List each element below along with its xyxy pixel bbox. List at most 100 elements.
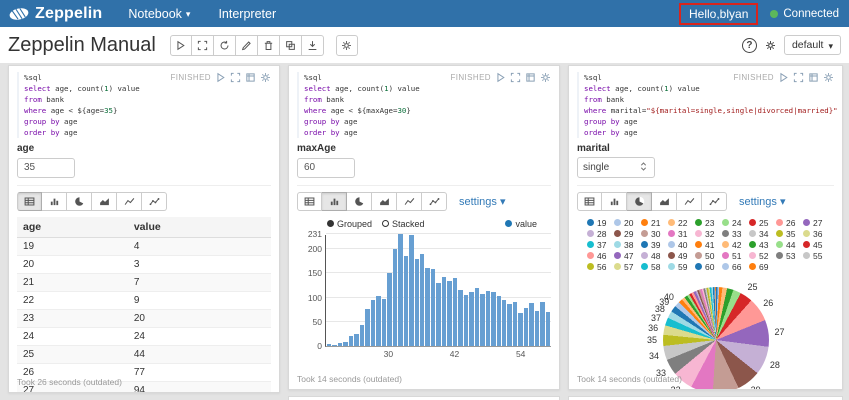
legend-item[interactable]: 24 (722, 217, 749, 228)
legend-item[interactable]: 35 (776, 228, 803, 239)
legend-item[interactable]: 26 (776, 217, 803, 228)
bar[interactable] (469, 292, 473, 346)
bar[interactable] (491, 292, 495, 346)
legend-item[interactable]: 59 (668, 261, 695, 272)
bar[interactable] (497, 296, 501, 346)
download-icon[interactable] (302, 35, 324, 56)
bar[interactable] (431, 269, 435, 346)
bar[interactable] (382, 299, 386, 346)
legend-item[interactable]: 42 (722, 239, 749, 250)
run-paragraph-icon[interactable] (215, 72, 226, 83)
bar[interactable] (546, 312, 550, 346)
bar[interactable] (376, 296, 380, 346)
legend-item[interactable]: 19 (587, 217, 614, 228)
legend-item[interactable]: 66 (722, 261, 749, 272)
legend-item[interactable]: 60 (695, 261, 722, 272)
legend-item[interactable]: 40 (668, 239, 695, 250)
bar[interactable] (507, 304, 511, 346)
table-header[interactable]: age (17, 217, 128, 238)
output-toggle-icon[interactable] (245, 72, 256, 83)
legend-item[interactable]: 69 (749, 261, 776, 272)
scheme-dropdown[interactable]: default ▾ (784, 35, 841, 55)
bar-chart-button[interactable] (42, 192, 67, 211)
legend-item[interactable]: 38 (614, 239, 641, 250)
run-paragraph-icon[interactable] (495, 72, 506, 83)
legend-item[interactable]: 29 (614, 228, 641, 239)
legend-item[interactable]: 52 (749, 250, 776, 261)
legend-item[interactable]: 53 (776, 250, 803, 261)
bar[interactable] (540, 302, 544, 346)
bar[interactable] (332, 345, 336, 346)
bar[interactable] (442, 277, 446, 346)
bar[interactable] (404, 256, 408, 346)
bar[interactable] (502, 300, 506, 346)
legend-item[interactable]: 25 (749, 217, 776, 228)
legend-item[interactable]: 55 (803, 250, 830, 261)
legend-item[interactable]: 36 (803, 228, 830, 239)
line-chart-button[interactable] (677, 192, 702, 211)
legend-item[interactable]: 49 (668, 250, 695, 261)
legend-item[interactable]: 46 (587, 250, 614, 261)
bar[interactable] (447, 281, 451, 346)
run-paragraph-icon[interactable] (778, 72, 789, 83)
mode-option-grouped[interactable]: Grouped (327, 219, 372, 229)
note-title[interactable]: Zeppelin Manual (8, 34, 156, 57)
output-toggle-icon[interactable] (808, 72, 819, 83)
output-toggle-icon[interactable] (525, 72, 536, 83)
legend-item[interactable]: 51 (722, 250, 749, 261)
note-config-gear-button[interactable] (336, 35, 358, 56)
legend-item[interactable]: 23 (695, 217, 722, 228)
bar[interactable] (387, 273, 391, 346)
bar[interactable] (393, 249, 397, 346)
nav-item-notebook[interactable]: Notebook▾ (128, 7, 190, 21)
bar[interactable] (518, 313, 522, 346)
line-chart-button[interactable] (397, 192, 422, 211)
bar[interactable] (409, 235, 413, 346)
bar[interactable] (486, 291, 490, 346)
area-chart-button[interactable] (652, 192, 677, 211)
interpreter-gear-icon[interactable] (765, 40, 776, 51)
bar[interactable] (420, 254, 424, 346)
clone-icon[interactable] (280, 35, 302, 56)
bar[interactable] (529, 303, 533, 346)
table-chart-button[interactable] (297, 192, 322, 211)
legend-item[interactable]: 37 (587, 239, 614, 250)
bar-chart-button[interactable] (602, 192, 627, 211)
expand-paragraph-icon[interactable] (793, 72, 804, 83)
paragraph-gear-icon[interactable] (540, 72, 551, 83)
bar[interactable] (436, 283, 440, 346)
legend-item[interactable]: 50 (695, 250, 722, 261)
legend-item[interactable]: 20 (614, 217, 641, 228)
scatter-chart-button[interactable] (142, 192, 167, 211)
bar[interactable] (327, 344, 331, 346)
pie-chart-button[interactable] (67, 192, 92, 211)
legend-item[interactable]: 30 (641, 228, 668, 239)
legend-item[interactable]: 27 (803, 217, 830, 228)
legend-item[interactable]: 21 (641, 217, 668, 228)
scatter-chart-button[interactable] (422, 192, 447, 211)
expand-paragraph-icon[interactable] (230, 72, 241, 83)
legend-item[interactable]: 31 (668, 228, 695, 239)
pie-chart-button[interactable] (627, 192, 652, 211)
age-input[interactable] (17, 158, 75, 178)
legend-item[interactable]: 34 (749, 228, 776, 239)
legend-item[interactable]: 57 (614, 261, 641, 272)
paragraph-gear-icon[interactable] (260, 72, 271, 83)
user-greeting[interactable]: Hello,blyan (679, 3, 758, 25)
legend-item[interactable]: 43 (749, 239, 776, 250)
maxAge-input[interactable] (297, 158, 355, 178)
legend-item[interactable]: 39 (641, 239, 668, 250)
legend-item[interactable]: 22 (668, 217, 695, 228)
legend-item[interactable]: 48 (641, 250, 668, 261)
pie-chart-button[interactable] (347, 192, 372, 211)
bar[interactable] (360, 325, 364, 346)
bar[interactable] (398, 234, 402, 346)
mode-option-stacked[interactable]: Stacked (382, 219, 425, 229)
legend-item[interactable]: 45 (803, 239, 830, 250)
bar[interactable] (464, 295, 468, 346)
trash-icon[interactable] (258, 35, 280, 56)
legend-item[interactable]: 32 (695, 228, 722, 239)
table-chart-button[interactable] (17, 192, 42, 211)
bar[interactable] (513, 302, 517, 346)
play-icon[interactable] (170, 35, 192, 56)
